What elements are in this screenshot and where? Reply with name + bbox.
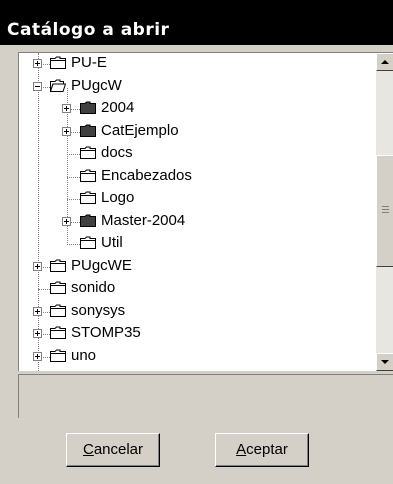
- tree-connector: [38, 289, 50, 290]
- tree-item[interactable]: STOMP35: [19, 323, 376, 345]
- tree-item-label: sonysys: [71, 302, 126, 319]
- expand-icon[interactable]: [33, 329, 42, 338]
- expand-icon[interactable]: [33, 262, 42, 271]
- tree-connector: [67, 199, 80, 200]
- tree-connector: [67, 177, 80, 178]
- cancel-label: ancelar: [93, 441, 144, 458]
- tree-item[interactable]: 2004: [19, 98, 376, 120]
- accept-mnemonic: A: [236, 441, 247, 458]
- title-bar: Catálogo a abrir: [0, 0, 393, 45]
- folder-icon: [80, 169, 96, 182]
- tree-item[interactable]: PUgcW: [19, 76, 376, 98]
- tree-item-label: Master-2004: [101, 212, 186, 229]
- folder-icon: [80, 146, 96, 159]
- window-title: Catálogo a abrir: [7, 20, 170, 40]
- scroll-down-button[interactable]: [376, 353, 393, 371]
- tree-item-label: PUgcW: [71, 77, 122, 94]
- folder-icon: [50, 326, 66, 339]
- folder-icon: [50, 281, 66, 294]
- tree-item-label: CatEjemplo: [101, 122, 179, 139]
- tree-connector: [67, 154, 80, 155]
- expand-icon[interactable]: [33, 59, 42, 68]
- folder-open-icon: [49, 79, 67, 92]
- tree-item-label: Encabezados: [101, 167, 192, 184]
- tree-item-label: Logo: [101, 189, 135, 206]
- tree-connector: [67, 244, 80, 245]
- folder-icon: [50, 56, 66, 69]
- scroll-thumb[interactable]: [376, 155, 393, 267]
- tree-item-label: PU-E: [71, 54, 107, 71]
- folder-tree[interactable]: PU-E PUgcW 2004 CatEjemplo docs Encabezados Lo…: [18, 52, 393, 371]
- tree-item[interactable]: CatEjemplo: [19, 121, 376, 143]
- expand-icon[interactable]: [62, 217, 71, 226]
- tree-item[interactable]: Encabezados: [19, 166, 376, 188]
- tree-item-label: Util: [101, 234, 123, 251]
- accept-label: ceptar: [246, 441, 288, 458]
- tree-item[interactable]: uno: [19, 346, 376, 368]
- cancel-mnemonic: C: [82, 441, 94, 458]
- folder-icon: [80, 214, 96, 227]
- tree-item[interactable]: Util: [19, 233, 376, 255]
- accept-button[interactable]: Aceptar: [215, 433, 309, 467]
- tree-item-label: uno: [71, 347, 97, 364]
- expand-icon[interactable]: [33, 307, 42, 316]
- tree-item-label: STOMP35: [71, 324, 141, 341]
- tree-item-label: sonido: [71, 279, 116, 296]
- tree-item-label: PUgcWE: [71, 257, 132, 274]
- tree-item[interactable]: PU-E: [19, 53, 376, 75]
- arrow-up-icon: [381, 60, 389, 64]
- expand-icon[interactable]: [33, 352, 42, 361]
- tree-item[interactable]: Master-2004: [19, 211, 376, 233]
- tree-item[interactable]: sonido: [19, 278, 376, 300]
- folder-icon: [50, 259, 66, 272]
- tree-item[interactable]: PUgcWE: [19, 256, 376, 278]
- folder-icon: [80, 191, 96, 204]
- expand-icon[interactable]: [62, 104, 71, 113]
- tree-item[interactable]: docs: [19, 143, 376, 165]
- tree-item-label: 2004: [101, 99, 135, 116]
- vertical-scrollbar[interactable]: [376, 53, 393, 371]
- folder-icon: [50, 349, 66, 362]
- folder-icon: [80, 236, 96, 249]
- expand-icon[interactable]: [62, 127, 71, 136]
- scroll-up-button[interactable]: [376, 53, 393, 71]
- status-area: [18, 374, 393, 418]
- cancel-button[interactable]: Cancelar: [66, 433, 160, 467]
- tree-viewport: PU-E PUgcW 2004 CatEjemplo docs Encabezados Lo…: [19, 53, 376, 371]
- folder-icon: [80, 101, 96, 114]
- folder-icon: [80, 124, 96, 137]
- folder-icon: [50, 304, 66, 317]
- collapse-icon[interactable]: [33, 82, 42, 91]
- arrow-down-icon: [381, 360, 389, 364]
- tree-item[interactable]: sonysys: [19, 301, 376, 323]
- tree-item-label: docs: [101, 144, 133, 161]
- tree-item[interactable]: Logo: [19, 188, 376, 210]
